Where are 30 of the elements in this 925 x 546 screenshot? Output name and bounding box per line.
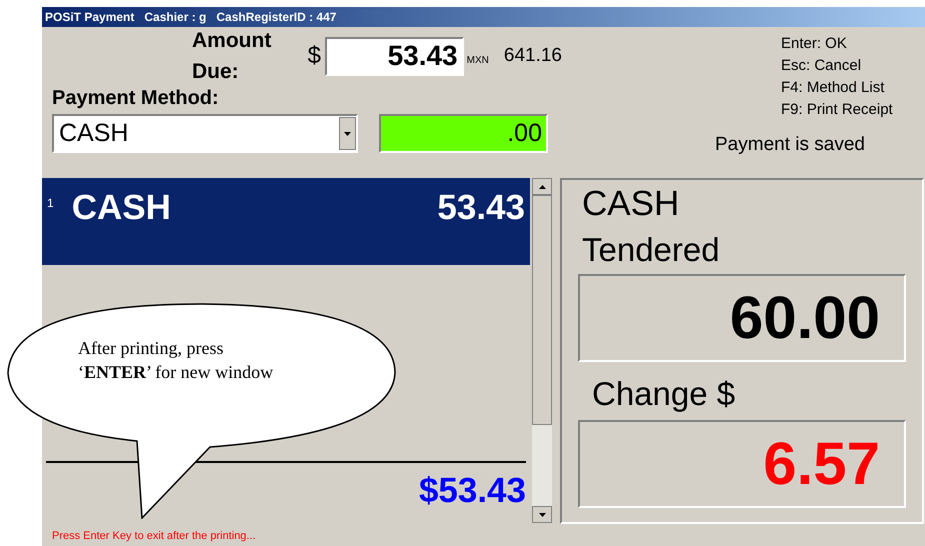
- shortcut-hint: Enter: OK: [781, 34, 847, 54]
- amount-due-field[interactable]: 53.43: [325, 36, 464, 76]
- callout-text: After printing, press ‘ENTER’ for new window: [78, 337, 274, 384]
- payment-amount-field[interactable]: .00: [379, 114, 548, 153]
- total-amount: $53.43: [418, 471, 526, 511]
- payment-method: CASH: [72, 187, 171, 229]
- tendered-label: Tendered: [582, 230, 720, 270]
- amount-due-label: Amount Due:: [192, 28, 272, 85]
- scrollbar[interactable]: [532, 178, 552, 523]
- status-message: Payment is saved: [715, 133, 865, 157]
- row-number: 1: [47, 195, 54, 212]
- scroll-thumb[interactable]: [532, 195, 552, 425]
- payment-amount: 53.43: [437, 187, 525, 229]
- status-bar-message: Press Enter Key to exit after the printing...: [52, 529, 256, 544]
- window-title: POSiT Payment Cashier : g CashRegisterID : 447: [42, 7, 925, 27]
- converted-amount: 641.16: [504, 44, 562, 68]
- currency-code: MXN: [466, 54, 489, 68]
- change-label: Change $: [592, 374, 736, 414]
- currency-symbol: $: [308, 41, 321, 71]
- shortcut-hint: F9: Print Receipt: [781, 100, 893, 120]
- tendered-field: 60.00: [578, 274, 906, 362]
- detail-method: CASH: [582, 184, 680, 224]
- shortcut-hint: Esc: Cancel: [781, 56, 862, 76]
- payment-row[interactable]: 1 CASH 53.43: [42, 178, 530, 265]
- scroll-up-icon[interactable]: [532, 178, 552, 195]
- scroll-down-icon[interactable]: [532, 506, 552, 523]
- payment-method-label: Payment Method:: [52, 86, 219, 110]
- payment-method-dropdown[interactable]: CASH: [52, 114, 358, 153]
- shortcut-hint: F4: Method List: [781, 78, 884, 98]
- change-field: 6.57: [578, 420, 906, 508]
